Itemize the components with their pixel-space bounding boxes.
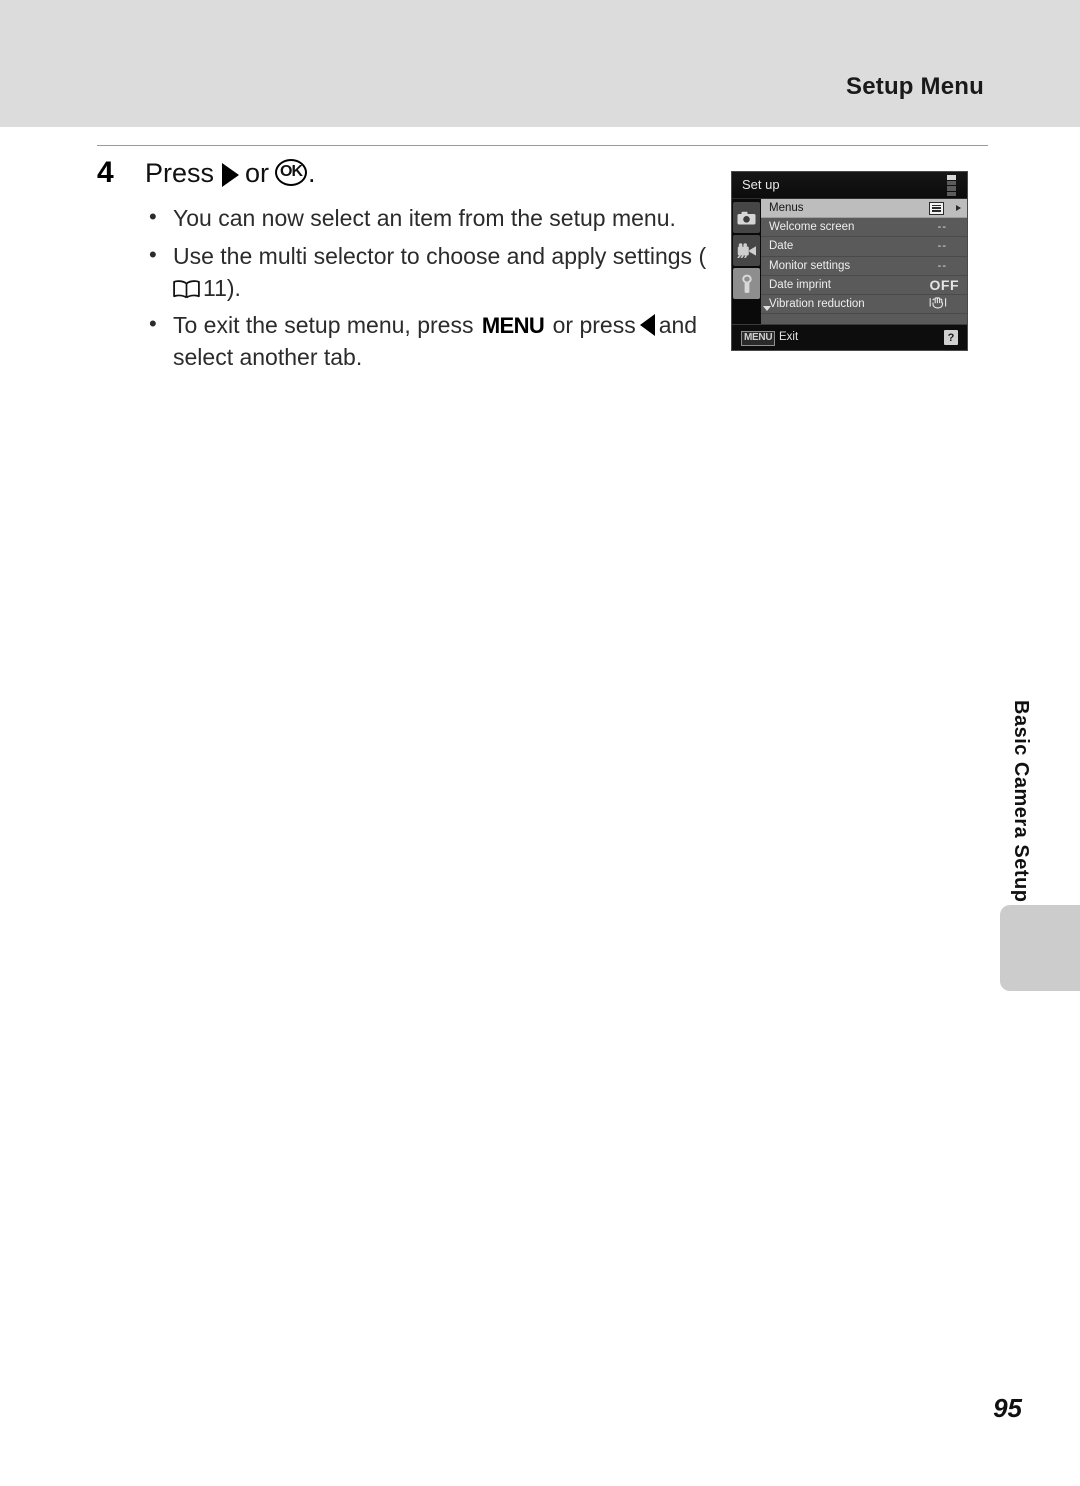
menu-row-value: -- bbox=[937, 221, 947, 234]
menu-row-label: Date imprint bbox=[769, 278, 831, 291]
tab-shooting-menu[interactable] bbox=[733, 202, 760, 233]
menu-row-label: Monitor settings bbox=[769, 259, 851, 272]
list-item: Use the multi selector to choose and app… bbox=[145, 240, 727, 304]
step-number: 4 bbox=[97, 156, 114, 189]
chevron-right-icon bbox=[956, 205, 961, 212]
exit-label: Exit bbox=[779, 331, 799, 343]
chapter-side-label: Basic Camera Setup bbox=[1010, 700, 1032, 903]
menu-row-label: Menus bbox=[769, 202, 804, 215]
open-book-icon bbox=[173, 276, 200, 298]
bullet-reference-page: 11 bbox=[203, 274, 227, 301]
lcd-screen-title: Set up bbox=[742, 177, 780, 192]
tab-setup-menu[interactable] bbox=[733, 268, 760, 299]
step-title-period: . bbox=[308, 158, 316, 188]
scroll-segment-3 bbox=[947, 186, 956, 191]
lcd-title-bar: Set up bbox=[732, 172, 967, 199]
step-block: 4 Press or OK . You can now select an it… bbox=[97, 158, 727, 380]
camera-icon bbox=[737, 211, 756, 224]
menu-row-monitor-settings[interactable]: Monitor settings -- bbox=[761, 257, 967, 276]
bullet-text-exit-middle: or press bbox=[552, 312, 636, 339]
scroll-segment-1 bbox=[947, 175, 956, 180]
camera-lcd-screenshot: Set up Menus Welcome screen -- Date -- M… bbox=[731, 171, 968, 351]
bullet-text-exit-before: To exit the setup menu, press bbox=[173, 312, 474, 339]
list-menu-icon bbox=[929, 201, 944, 215]
page-header-band bbox=[0, 0, 1080, 127]
list-item: To exit the setup menu, press MENU or pr… bbox=[145, 309, 727, 373]
menu-row-vibration-reduction[interactable]: Vibration reduction bbox=[761, 295, 967, 315]
menu-row-value: -- bbox=[937, 259, 947, 272]
page-number: 95 bbox=[993, 1393, 1022, 1423]
step-title: Press or OK . bbox=[145, 158, 316, 189]
triangle-right-icon bbox=[222, 162, 240, 187]
bullet-text-multi-selector-before: Use the multi selector to choose and app… bbox=[173, 242, 707, 269]
chapter-side-tab-marker bbox=[1000, 905, 1080, 991]
menu-row-label: Date bbox=[769, 240, 794, 253]
tab-movie-menu[interactable] bbox=[733, 235, 760, 266]
chevron-down-icon bbox=[763, 306, 771, 312]
lcd-menu-list: Menus Welcome screen -- Date -- Monitor … bbox=[761, 199, 967, 324]
help-icon[interactable]: ? bbox=[944, 330, 958, 345]
movie-camera-icon bbox=[736, 243, 756, 258]
header-divider-rule bbox=[97, 145, 988, 146]
lcd-footer-bar: MENU Exit ? bbox=[732, 324, 967, 350]
step-heading: 4 Press or OK . bbox=[97, 158, 727, 189]
menu-button-icon: MENU bbox=[481, 313, 545, 339]
lcd-tab-strip bbox=[732, 199, 761, 324]
menu-icon-line bbox=[932, 204, 941, 207]
scroll-segment-2 bbox=[947, 180, 956, 185]
step-bullet-list: You can now select an item from the setu… bbox=[97, 202, 727, 374]
menu-icon-line bbox=[932, 207, 941, 209]
menu-icon-line bbox=[932, 209, 941, 212]
vr-hand-icon bbox=[929, 296, 947, 312]
scroll-position-indicator[interactable] bbox=[947, 175, 956, 196]
ok-button-icon: OK bbox=[275, 159, 308, 187]
menu-row-label: Vibration reduction bbox=[769, 298, 865, 311]
scroll-segment-4 bbox=[947, 191, 956, 196]
menu-row-value: OFF bbox=[929, 276, 959, 293]
lcd-body: Menus Welcome screen -- Date -- Monitor … bbox=[732, 199, 967, 324]
menu-row-menus[interactable]: Menus bbox=[761, 199, 967, 219]
wrench-icon bbox=[741, 274, 752, 293]
page-title: Setup Menu bbox=[846, 73, 984, 100]
step-title-press-label: Press bbox=[145, 158, 215, 188]
step-title-or-label: or bbox=[245, 158, 270, 188]
menu-row-date[interactable]: Date -- bbox=[761, 237, 967, 257]
menu-button-badge[interactable]: MENU bbox=[741, 331, 776, 346]
menu-row-welcome-screen[interactable]: Welcome screen -- bbox=[761, 218, 967, 238]
triangle-left-icon bbox=[639, 314, 655, 337]
menu-row-date-imprint[interactable]: Date imprint OFF bbox=[761, 276, 967, 295]
list-item: You can now select an item from the setu… bbox=[145, 202, 727, 235]
bullet-text-multi-selector-after: ). bbox=[226, 274, 241, 301]
menu-row-value: -- bbox=[937, 240, 947, 253]
bullet-text-select-item: You can now select an item from the setu… bbox=[173, 205, 676, 232]
menu-row-label: Welcome screen bbox=[769, 221, 855, 234]
